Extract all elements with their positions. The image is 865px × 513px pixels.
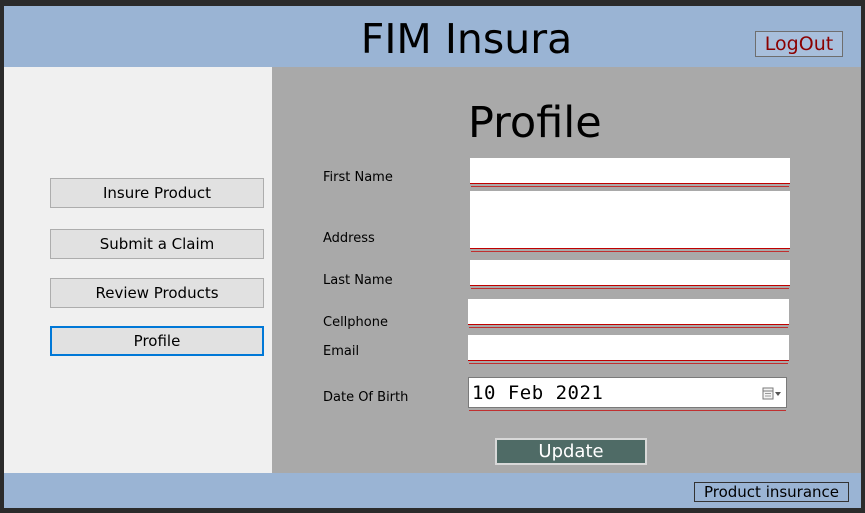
update-button[interactable]: Update [495,438,647,465]
profile-form-panel: Profile First Name Address Last Name Cel… [272,67,861,473]
app-title: FIM Insura [360,15,573,63]
date-of-birth-value: 10 Feb 2021 [472,382,604,404]
insure-product-button[interactable]: Insure Product [50,178,264,208]
cellphone-input[interactable] [468,299,789,325]
page-title: Profile [468,98,602,148]
first-name-input[interactable] [470,158,790,184]
cellphone-label: Cellphone [323,315,388,330]
first-name-label: First Name [323,170,393,185]
footer-bar: Product insurance [4,473,861,508]
address-label: Address [323,231,375,246]
calendar-icon[interactable] [762,386,782,400]
email-label: Email [323,344,360,359]
last-name-label: Last Name [323,273,393,288]
sidebar: Insure Product Submit a Claim Review Pro… [4,67,272,473]
profile-button[interactable]: Profile [50,326,264,356]
logout-button[interactable]: LogOut [755,31,843,57]
header-bar: FIM Insura LogOut [4,6,861,67]
footer-product-insurance-label: Product insurance [694,482,849,502]
email-input[interactable] [468,335,789,361]
app-window: FIM Insura LogOut Insure Product Submit … [4,6,861,508]
date-of-birth-label: Date Of Birth [323,390,409,405]
date-of-birth-picker[interactable]: 10 Feb 2021 [468,377,787,408]
review-products-button[interactable]: Review Products [50,278,264,308]
submit-claim-button[interactable]: Submit a Claim [50,229,264,259]
last-name-input[interactable] [470,260,790,286]
address-input[interactable] [470,191,790,249]
